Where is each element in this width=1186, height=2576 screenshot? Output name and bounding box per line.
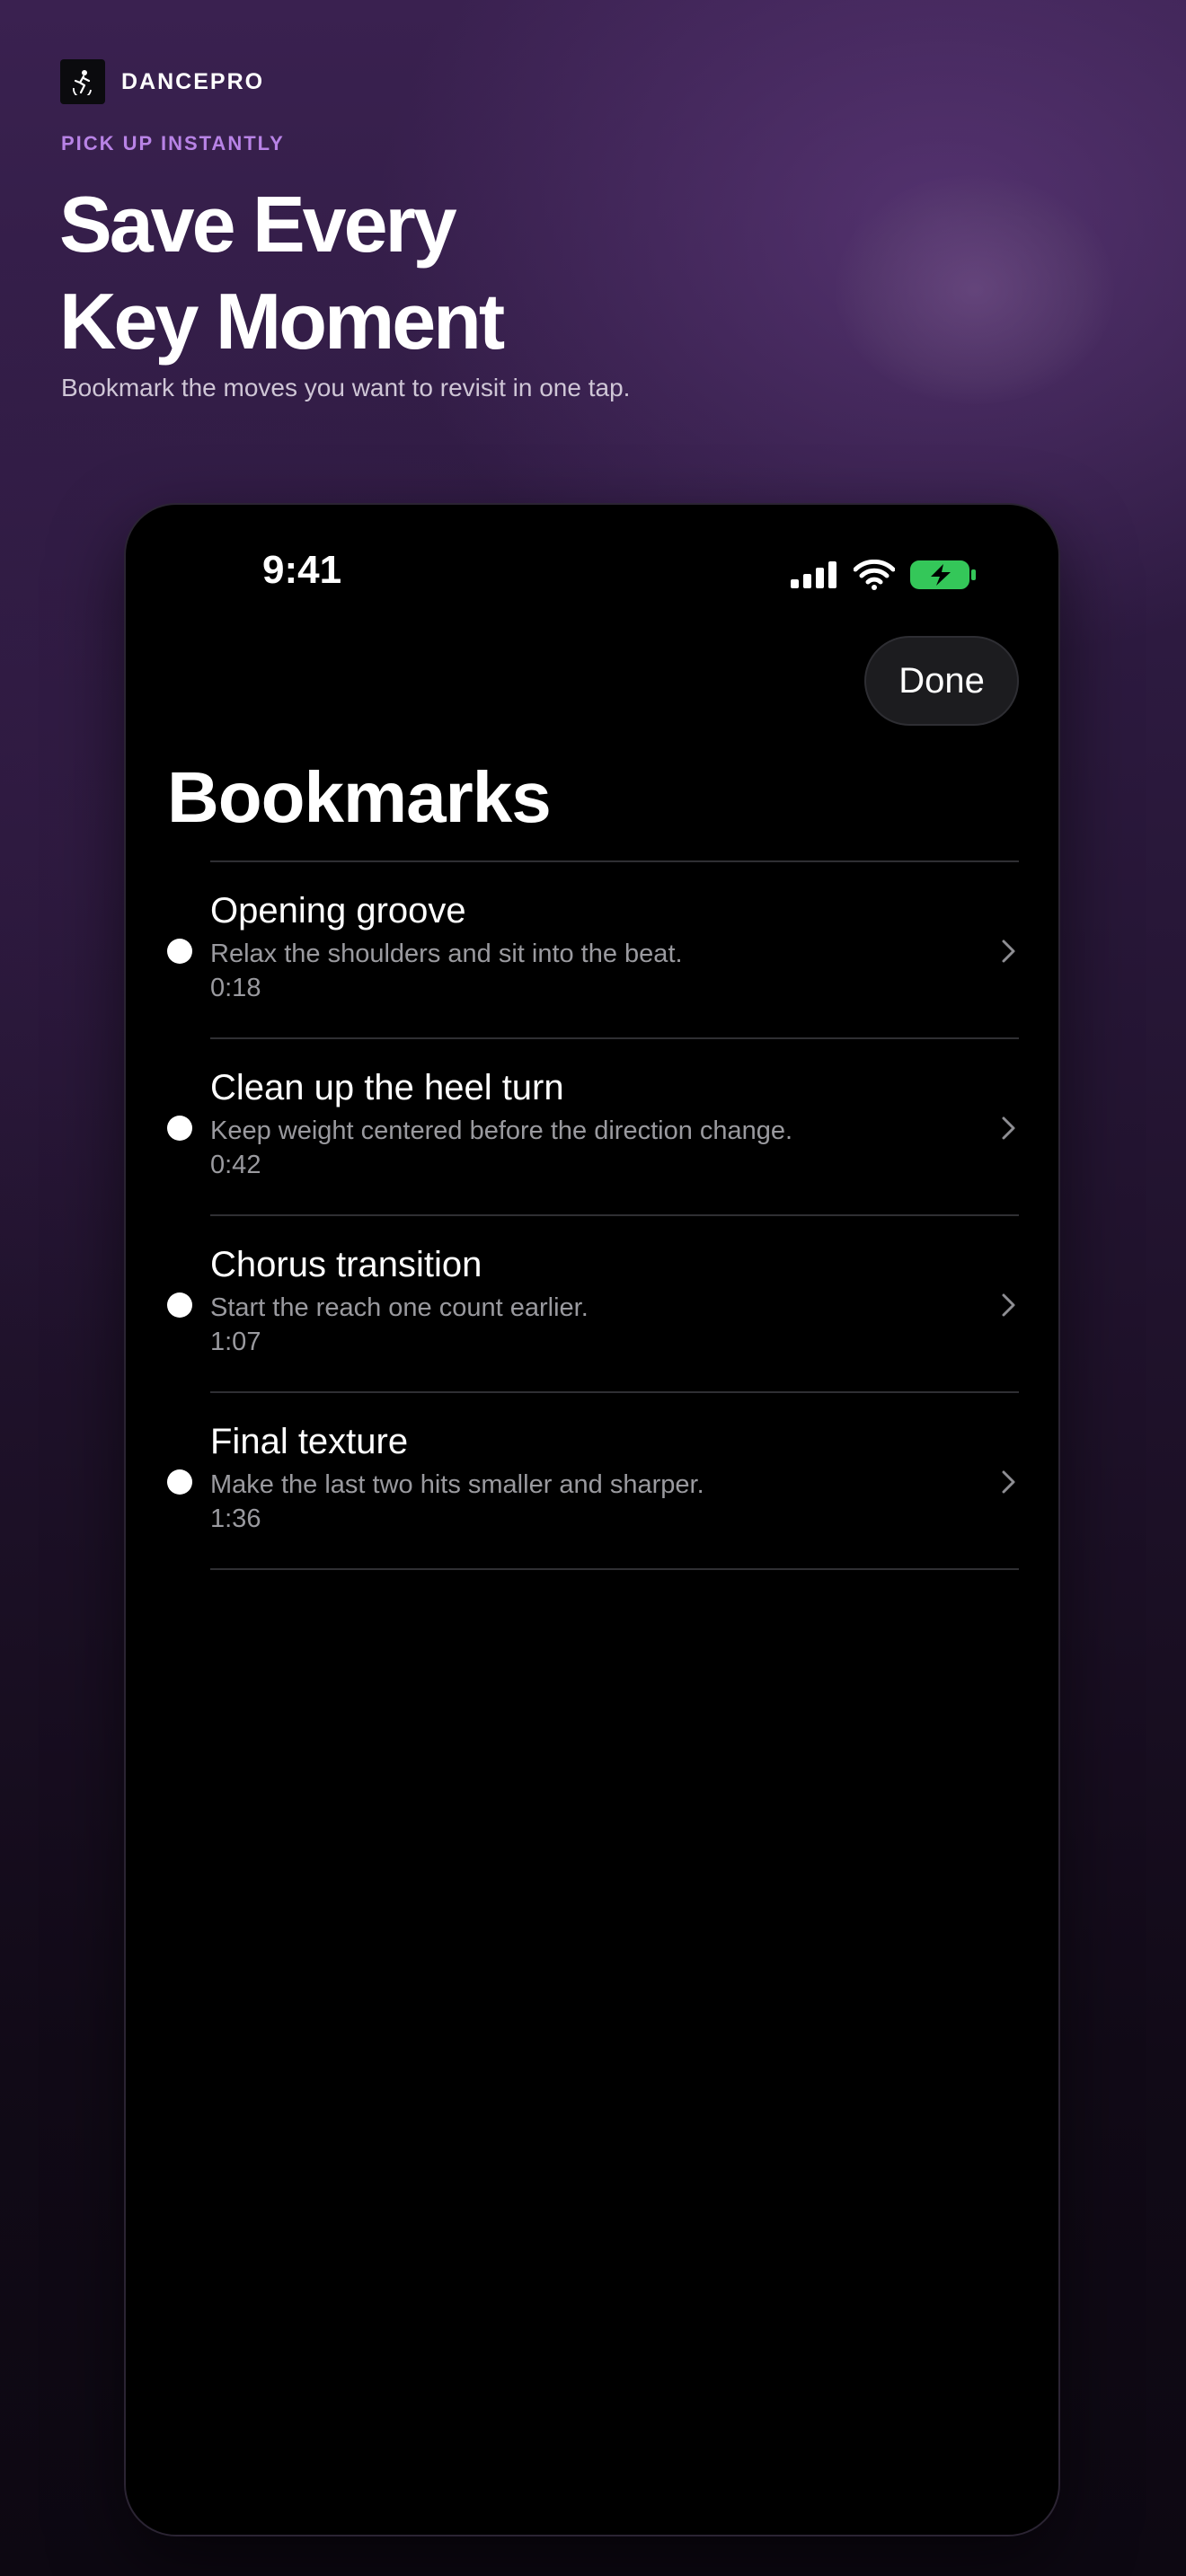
bookmark-title: Opening groove <box>210 891 466 931</box>
status-time: 9:41 <box>262 548 342 592</box>
headline-line-1: Save Every <box>59 180 457 269</box>
dancer-icon <box>60 59 105 104</box>
bookmark-timestamp: 0:42 <box>210 1151 261 1179</box>
bookmark-title: Chorus transition <box>210 1245 482 1284</box>
bookmark-timestamp: 0:18 <box>210 974 261 1002</box>
bookmark-row[interactable]: Opening groove Relax the shoulders and s… <box>126 862 1058 1037</box>
headline: Save Every Key Moment <box>59 176 505 370</box>
bullet-dot <box>167 1116 192 1141</box>
bullet-dot <box>167 1469 192 1495</box>
bullet-dot <box>167 1292 192 1318</box>
headline-line-2: Key Moment <box>59 277 505 366</box>
bookmark-title: Final texture <box>210 1422 409 1461</box>
phone-mockup: 9:41 Done Bookmarks Opening groove Relax… <box>124 503 1060 2536</box>
decorative-blob <box>836 175 1114 404</box>
chevron-right-icon <box>1002 1470 1015 1494</box>
brand-name: DANCEPRO <box>121 68 265 94</box>
chevron-right-icon <box>1002 1116 1015 1140</box>
bookmark-row[interactable]: Final texture Make the last two hits sma… <box>126 1393 1058 1568</box>
bullet-dot <box>167 939 192 964</box>
page-title: Bookmarks <box>167 757 552 837</box>
bookmark-row[interactable]: Chorus transition Start the reach one co… <box>126 1216 1058 1391</box>
chevron-right-icon <box>1002 1293 1015 1317</box>
bookmark-note: Start the reach one count earlier. <box>210 1293 589 1322</box>
status-icons <box>791 557 978 593</box>
bookmark-note: Relax the shoulders and sit into the bea… <box>210 940 683 968</box>
bookmark-timestamp: 1:36 <box>210 1504 261 1533</box>
wifi-icon <box>854 560 895 590</box>
chevron-right-icon <box>1002 940 1015 963</box>
brand: DANCEPRO <box>60 58 264 105</box>
battery-charging-icon <box>910 560 976 589</box>
bookmark-row[interactable]: Clean up the heel turn Keep weight cente… <box>126 1039 1058 1214</box>
list-divider <box>126 1568 1058 1570</box>
bookmark-note: Make the last two hits smaller and sharp… <box>210 1470 704 1499</box>
cellular-signal-icon <box>791 561 836 588</box>
bookmark-list: Opening groove Relax the shoulders and s… <box>126 860 1058 1570</box>
bookmark-timestamp: 1:07 <box>210 1328 261 1356</box>
done-button[interactable]: Done <box>864 636 1019 726</box>
bookmark-note: Keep weight centered before the directio… <box>210 1116 793 1145</box>
subheadline: Bookmark the moves you want to revisit i… <box>61 374 631 401</box>
bookmark-title: Clean up the heel turn <box>210 1068 564 1107</box>
eyebrow-label: PICK UP INSTANTLY <box>61 132 285 154</box>
